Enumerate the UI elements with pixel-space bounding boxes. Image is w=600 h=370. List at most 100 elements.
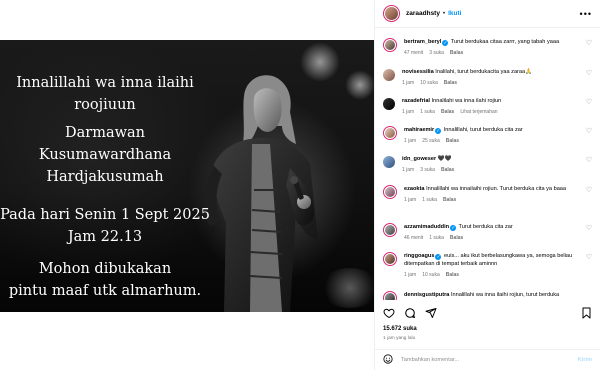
comment-meta: 1 jam 10 suka Balas (402, 80, 592, 86)
comment-meta: 47 menit 3 suka Balas (404, 50, 592, 56)
comment-text: Innalillahi wa inna ilaihi rojiun, turut… (450, 292, 560, 298)
heart-icon[interactable] (383, 307, 395, 319)
comment-text-line: bertram_beryl ✓ Turut berdukaa citaa zarr… (404, 38, 592, 46)
avatar (385, 293, 395, 300)
post-timestamp: 1 jam yang lalu (383, 336, 416, 341)
verified-badge-icon: ✓ (435, 253, 442, 260)
comment-likes[interactable]: 1 suka (422, 197, 437, 203)
comment-text: Turut berdukaa citaa zarrr, yang tabah y… (450, 39, 560, 45)
verified-badge-icon: ✓ (442, 39, 449, 46)
heart-icon[interactable]: ♡ (586, 99, 592, 106)
reply-button[interactable]: Balas (443, 197, 456, 203)
heart-icon[interactable]: ♡ (586, 254, 592, 261)
likes-count[interactable]: 15.672 suka (383, 326, 417, 332)
comment-time: 1 jam (402, 80, 415, 86)
caption-line: Pada hari Senin 1 Sept 2025 (0, 207, 210, 223)
post-author-username[interactable]: zaraadhsty (406, 10, 440, 17)
caption-line: roojiuun (74, 97, 136, 113)
comment-text: Innalillahi, turut berduka cita zar (443, 127, 523, 133)
comment-text-line: idn_goweser 🖤🖤 (402, 155, 592, 163)
comment-meta: 1 jam 1 suka Balas (404, 197, 592, 203)
comment-meta: 46 menit 1 suka Balas (404, 235, 592, 241)
reply-button[interactable]: Balas (446, 272, 459, 278)
reply-button[interactable]: Balas (450, 50, 463, 56)
story-ring[interactable] (383, 126, 397, 140)
comment-list[interactable]: bertram_beryl ✓ Turut berdukaa citaa zarr… (375, 29, 600, 300)
story-ring[interactable] (383, 38, 397, 52)
reply-button[interactable]: Balas (450, 235, 463, 241)
more-horizontal-icon[interactable]: ••• (580, 9, 592, 19)
post-photo: Innalillahi wa inna ilaihi roojiuun Darm… (0, 40, 374, 312)
verified-badge-icon: ✓ (450, 224, 457, 231)
comment-text-line: ringgoagus ✓ euis... aku ikut berbelasung… (404, 252, 592, 268)
heart-icon[interactable]: ♡ (586, 128, 592, 135)
comment-username[interactable]: ringgoagus (404, 253, 434, 259)
comment-icon[interactable] (404, 307, 416, 319)
comment-likes[interactable]: 3 suka (420, 167, 435, 173)
avatar (385, 225, 395, 235)
comment-item: bertram_beryl ✓ Turut berdukaa citaa zarr… (383, 38, 592, 56)
comment-username[interactable]: ezaokta (404, 186, 425, 192)
reply-button[interactable]: Balas (446, 138, 459, 144)
heart-icon[interactable]: ♡ (586, 187, 592, 194)
comment-likes[interactable]: 1 suka (420, 109, 435, 115)
avatar[interactable] (383, 69, 395, 81)
comment-likes[interactable]: 10 suka (420, 80, 438, 86)
post-sidebar: zaraadhsty • Ikuti ••• bertram_beryl ✓ Tu… (374, 0, 600, 370)
comment-text: Innalilahi wa inna ilahi rojiun (431, 98, 502, 104)
comment-username[interactable]: mahiraemir (404, 127, 434, 133)
story-ring[interactable] (383, 252, 397, 266)
comment-item: idn_goweser 🖤🖤 1 jam 3 suka Balas ♡ (383, 155, 592, 173)
comment-likes[interactable]: 10 suka (422, 272, 440, 278)
reply-button[interactable]: Balas (444, 80, 457, 86)
reply-button[interactable]: Balas (441, 167, 454, 173)
comment-likes[interactable]: 25 suka (422, 138, 440, 144)
comment-text-line: ezaokta Innalillahi wa innailaihi rojiun… (404, 185, 592, 193)
caption-line: Darmawan (65, 125, 145, 141)
comment-time: 1 jam (404, 272, 417, 278)
caption-line: Kusumawardhana (38, 147, 172, 163)
story-ring[interactable] (383, 185, 397, 199)
comment-time: 1 jam (402, 167, 415, 173)
action-bar (383, 306, 592, 320)
comment-item: novisessilia Inalilahi, turut berdukacit… (383, 68, 592, 86)
comment-input[interactable] (401, 357, 578, 363)
heart-icon[interactable]: ♡ (586, 70, 592, 77)
heart-icon[interactable]: ♡ (586, 157, 592, 164)
caption-line: Innalillahi wa inna ilaihi (16, 75, 194, 91)
comment-time: 1 jam (404, 197, 417, 203)
post-comment-button[interactable]: Kirim (578, 357, 592, 363)
comment-username[interactable]: razadefrial (402, 98, 430, 104)
emoji-icon[interactable] (383, 351, 393, 369)
comment-text-line: mahiraemir ✓ Innalillahi, turut berduka c… (404, 126, 592, 134)
comment-meta: 1 jam 1 suka Balas Lihat terjemahan (402, 109, 592, 115)
heart-icon[interactable]: ♡ (586, 40, 592, 47)
comment-username[interactable]: bertram_beryl (404, 39, 441, 45)
story-ring[interactable] (383, 291, 397, 300)
comment-username[interactable]: novisessilia (402, 69, 434, 75)
comment-likes[interactable]: 1 suka (429, 235, 444, 241)
comment-likes[interactable]: 3 suka (429, 50, 444, 56)
story-ring[interactable] (383, 5, 400, 22)
follow-button[interactable]: Ikuti (448, 10, 461, 17)
avatar (385, 254, 395, 264)
add-comment-bar: Kirim (375, 349, 600, 370)
avatar (385, 7, 398, 20)
caption-line: Hardjakusumah (46, 169, 164, 185)
comment-username[interactable]: azzamimaduddin (404, 224, 449, 230)
post-image[interactable]: Innalillahi wa inna ilaihi roojiuun Darm… (0, 0, 374, 370)
comment-item: razadefrial Innalilahi wa inna ilahi roj… (383, 97, 592, 115)
comment-meta: 1 jam 10 suka Balas (404, 272, 592, 278)
bookmark-icon[interactable] (581, 307, 592, 319)
avatar[interactable] (383, 156, 395, 168)
comment-text-line: novisessilia Inalilahi, turut berdukacit… (402, 68, 592, 76)
avatar[interactable] (383, 98, 395, 110)
heart-icon[interactable]: ♡ (586, 225, 592, 232)
reply-button[interactable]: Balas (441, 109, 454, 115)
see-translation-link[interactable]: Lihat terjemahan (460, 109, 497, 115)
share-icon[interactable] (425, 307, 437, 319)
story-ring[interactable] (383, 223, 397, 237)
comment-username[interactable]: idn_goweser (402, 156, 436, 162)
comment-item: mahiraemir ✓ Innalillahi, turut berduka c… (383, 126, 592, 144)
comment-username[interactable]: dennisgustiputra (404, 292, 449, 298)
